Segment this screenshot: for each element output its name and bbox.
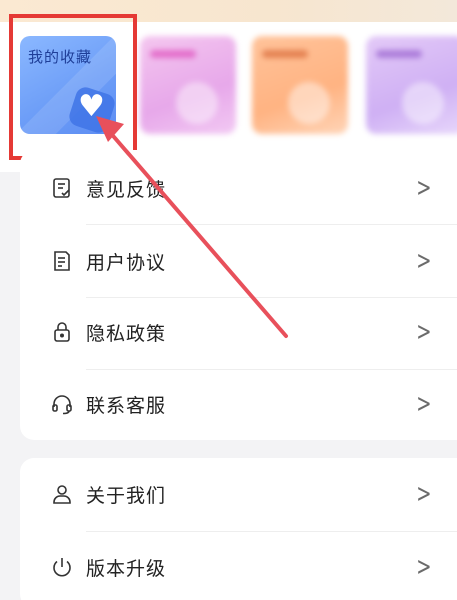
settings-menu-group-1: 意见反馈 > 用户协议 > 隐私政策 > 联系客服 > xyxy=(20,150,457,440)
menu-item-about-us[interactable]: 关于我们 > xyxy=(20,458,457,530)
person-icon xyxy=(48,480,76,508)
menu-item-customer-service[interactable]: 联系客服 > xyxy=(20,368,457,440)
chevron-right-icon: > xyxy=(416,479,432,509)
menu-item-privacy-policy[interactable]: 隐私政策 > xyxy=(20,296,457,368)
blurred-tile-purple[interactable] xyxy=(366,36,457,134)
lock-icon xyxy=(48,318,76,346)
tile-art-blur xyxy=(402,82,444,124)
menu-item-version-upgrade[interactable]: 版本升级 > xyxy=(20,531,457,600)
highlight-box xyxy=(9,14,137,160)
chevron-right-icon: > xyxy=(416,389,432,419)
menu-item-label: 联系客服 xyxy=(86,394,167,417)
chevron-right-icon: > xyxy=(416,552,432,582)
menu-item-user-agreement[interactable]: 用户协议 > xyxy=(20,225,457,297)
document-icon xyxy=(48,247,76,275)
chevron-right-icon: > xyxy=(416,317,432,347)
tile-title-blur xyxy=(262,50,308,58)
chevron-right-icon: > xyxy=(416,173,432,203)
blurred-tile-pink[interactable] xyxy=(140,36,236,134)
menu-item-label: 版本升级 xyxy=(86,557,167,580)
menu-item-label: 意见反馈 xyxy=(86,178,167,201)
feedback-icon xyxy=(48,174,76,202)
menu-item-feedback[interactable]: 意见反馈 > xyxy=(20,152,457,224)
settings-menu-group-2: 关于我们 > 版本升级 > xyxy=(20,458,457,600)
tile-title-blur xyxy=(376,50,422,58)
blurred-tile-orange[interactable] xyxy=(252,36,348,134)
menu-item-label: 关于我们 xyxy=(86,484,167,507)
menu-item-label: 隐私政策 xyxy=(86,322,167,345)
headset-icon xyxy=(48,390,76,418)
tile-title-blur xyxy=(150,50,196,58)
tile-art-blur xyxy=(288,82,330,124)
tile-art-blur xyxy=(176,82,218,124)
power-icon xyxy=(48,553,76,581)
menu-item-label: 用户协议 xyxy=(86,251,167,274)
chevron-right-icon: > xyxy=(416,246,432,276)
